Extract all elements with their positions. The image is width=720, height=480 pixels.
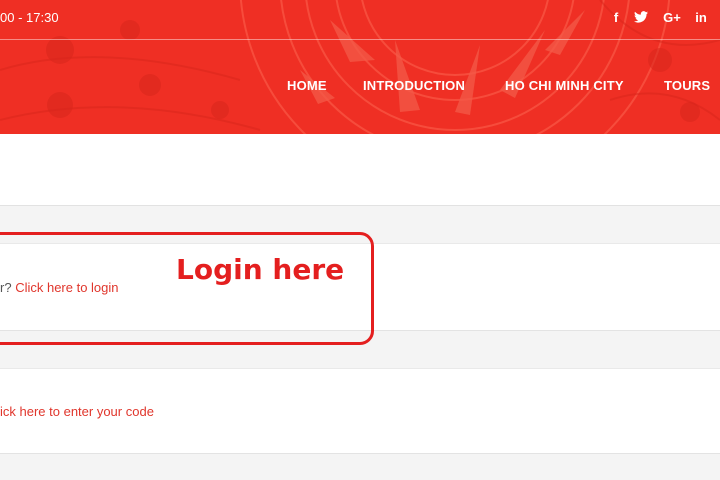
facebook-icon[interactable]: f bbox=[610, 8, 622, 26]
opening-hours: 00 - 17:30 bbox=[0, 10, 59, 25]
section-divider bbox=[0, 205, 720, 206]
google-plus-icon[interactable]: G+ bbox=[662, 8, 682, 26]
nav-home[interactable]: HOME bbox=[287, 78, 327, 93]
annotation-label: Login here bbox=[176, 253, 345, 286]
site-header: 00 - 17:30 f G+ in HOME INTRODUCTION HO … bbox=[0, 0, 720, 134]
nav-tours[interactable]: TOURS bbox=[664, 78, 710, 93]
annotation-highlight-box bbox=[0, 232, 374, 345]
linkedin-icon[interactable]: in bbox=[694, 8, 708, 26]
nav-introduction[interactable]: INTRODUCTION bbox=[363, 78, 465, 93]
twitter-bird-icon bbox=[634, 11, 648, 23]
coupon-link[interactable]: ick here to enter your code bbox=[0, 404, 154, 419]
twitter-icon[interactable] bbox=[633, 8, 649, 26]
nav-ho-chi-minh-city[interactable]: HO CHI MINH CITY bbox=[505, 78, 624, 93]
topbar-divider bbox=[0, 39, 720, 40]
